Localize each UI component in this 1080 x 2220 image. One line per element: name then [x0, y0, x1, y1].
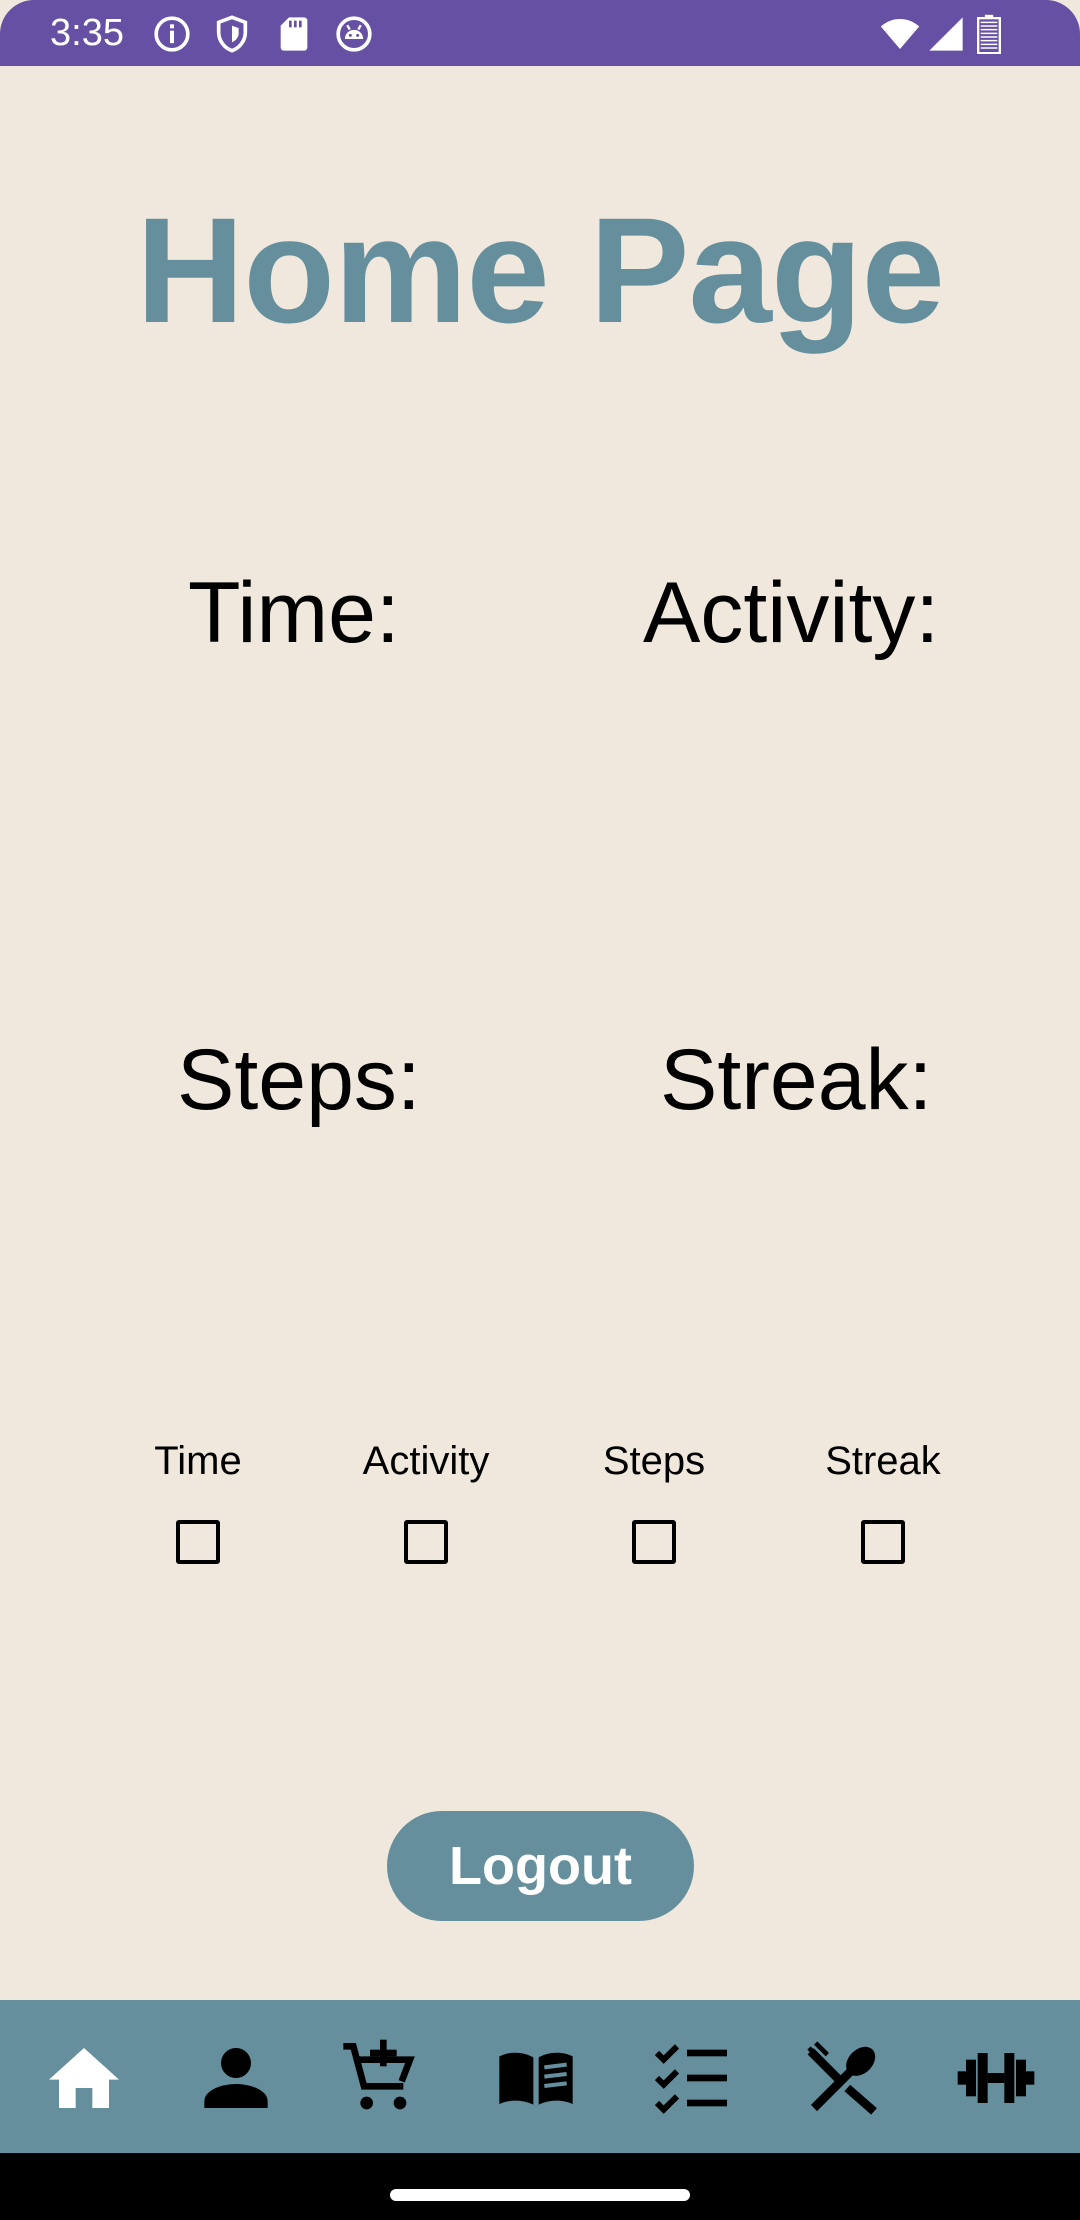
activity-checkbox-group: Activity	[326, 1436, 526, 1564]
menu-book-icon[interactable]	[496, 2038, 576, 2118]
logout-button[interactable]: Logout	[387, 1811, 694, 1921]
system-navigation-bar	[0, 2153, 1080, 2220]
add-shopping-cart-icon[interactable]	[340, 2038, 420, 2118]
streak-checkbox-label: Streak	[825, 1439, 941, 1483]
checklist-icon[interactable]	[652, 2038, 732, 2118]
home-icon[interactable]	[44, 2038, 124, 2118]
time-stat-label: Time:	[188, 565, 400, 661]
steps-checkbox[interactable]	[632, 1520, 676, 1564]
activity-checkbox-label: Activity	[362, 1439, 490, 1483]
gesture-home-indicator[interactable]	[390, 2189, 690, 2201]
bottom-navigation	[0, 2000, 1080, 2153]
status-bar: 3:35	[0, 0, 1080, 66]
shield-icon	[212, 14, 252, 54]
battery-icon	[974, 14, 1004, 54]
restaurant-icon[interactable]	[804, 2038, 884, 2118]
person-icon[interactable]	[196, 2038, 276, 2118]
time-checkbox[interactable]	[176, 1520, 220, 1564]
info-icon	[152, 14, 192, 54]
wifi-icon	[880, 14, 920, 54]
time-checkbox-label: Time	[154, 1439, 242, 1483]
status-time: 3:35	[50, 12, 124, 54]
page-title: Home Page	[136, 186, 945, 354]
steps-checkbox-label: Steps	[602, 1439, 706, 1483]
steps-stat-label: Steps:	[177, 1032, 421, 1128]
time-checkbox-group: Time	[98, 1436, 298, 1564]
fitness-center-icon[interactable]	[956, 2038, 1036, 2118]
cell-signal-icon	[926, 14, 966, 54]
sd-card-icon	[274, 14, 314, 54]
activity-checkbox[interactable]	[404, 1520, 448, 1564]
streak-checkbox[interactable]	[861, 1520, 905, 1564]
streak-stat-label: Streak:	[660, 1032, 933, 1128]
streak-checkbox-group: Streak	[783, 1436, 983, 1564]
activity-stat-label: Activity:	[643, 565, 940, 661]
android-debug-icon	[334, 14, 374, 54]
steps-checkbox-group: Steps	[554, 1436, 754, 1564]
